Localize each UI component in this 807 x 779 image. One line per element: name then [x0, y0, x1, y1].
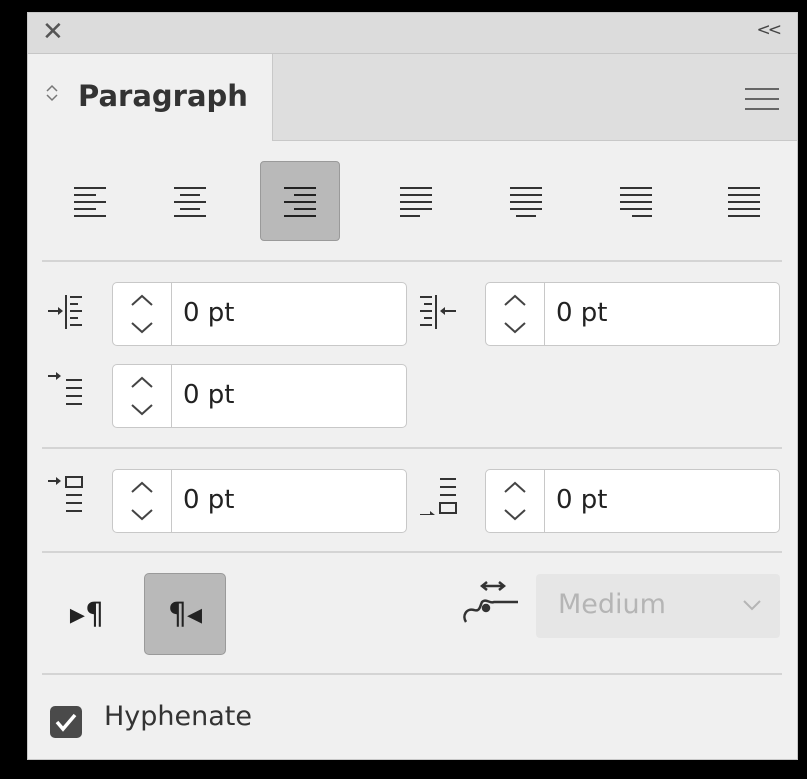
space-before-icon [48, 476, 83, 512]
right-indent-icon [420, 295, 456, 329]
space-after-stepper[interactable] [486, 470, 545, 532]
align-right-icon [284, 187, 316, 217]
align-center-icon [174, 187, 206, 217]
collapse-icon[interactable]: << [757, 20, 782, 40]
kashida-select[interactable]: Medium [536, 574, 780, 638]
panel-titlebar: ✕ << [28, 13, 797, 54]
kashida-icon [463, 581, 518, 623]
tab-paragraph[interactable]: Paragraph [28, 54, 273, 141]
close-icon[interactable]: ✕ [42, 17, 64, 47]
space-after-icon [420, 478, 457, 515]
align-center-button[interactable] [150, 161, 230, 241]
tab-title: Paragraph [78, 79, 248, 113]
first-line-indent-icon [48, 372, 82, 405]
checkmark-icon [55, 713, 77, 732]
justify-all-icon [728, 187, 760, 217]
chevron-down-icon [743, 600, 761, 611]
justify-last-center-button[interactable] [486, 161, 566, 241]
right-indent-field[interactable]: 0 pt [485, 282, 780, 346]
divider [42, 260, 782, 262]
justify-last-left-button[interactable] [376, 161, 456, 241]
divider [42, 673, 782, 675]
alignment-row [28, 161, 797, 241]
justify-all-button[interactable] [704, 161, 784, 241]
panel-menu-icon[interactable] [745, 88, 779, 118]
left-indent-field[interactable]: 0 pt [112, 282, 407, 346]
space-before-stepper[interactable] [113, 470, 172, 532]
left-indent-stepper[interactable] [113, 283, 172, 345]
right-indent-stepper[interactable] [486, 283, 545, 345]
space-after-field[interactable]: 0 pt [485, 469, 780, 533]
ltr-direction-button[interactable]: ▸¶ [46, 573, 128, 655]
left-indent-icon [48, 295, 82, 329]
space-before-value[interactable]: 0 pt [183, 485, 235, 515]
space-after-value[interactable]: 0 pt [556, 485, 608, 515]
divider [42, 551, 782, 553]
right-indent-value[interactable]: 0 pt [556, 298, 608, 328]
justify-last-right-icon [620, 187, 652, 217]
paragraph-panel: ✕ << Paragraph 0 pt 0 pt 0 pt 0 pt 0 pt … [27, 12, 798, 760]
first-line-indent-value[interactable]: 0 pt [183, 380, 235, 410]
rtl-direction-label: ¶◂ [167, 596, 203, 632]
align-left-icon [74, 187, 106, 217]
hyphenate-label: Hyphenate [104, 701, 252, 732]
justify-last-center-icon [510, 187, 542, 217]
rtl-direction-button[interactable]: ¶◂ [144, 573, 226, 655]
align-left-button[interactable] [50, 161, 130, 241]
hyphenate-checkbox[interactable] [50, 706, 82, 738]
kashida-select-value: Medium [558, 589, 666, 620]
ltr-direction-label: ▸¶ [69, 596, 105, 632]
expand-arrows-icon[interactable] [44, 82, 60, 109]
first-line-indent-field[interactable]: 0 pt [112, 364, 407, 428]
divider [42, 447, 782, 449]
first-line-indent-stepper[interactable] [113, 365, 172, 427]
align-right-button[interactable] [260, 161, 340, 241]
left-indent-value[interactable]: 0 pt [183, 298, 235, 328]
tab-row: Paragraph [28, 54, 797, 141]
justify-last-right-button[interactable] [596, 161, 676, 241]
justify-last-left-icon [400, 187, 432, 217]
space-before-field[interactable]: 0 pt [112, 469, 407, 533]
